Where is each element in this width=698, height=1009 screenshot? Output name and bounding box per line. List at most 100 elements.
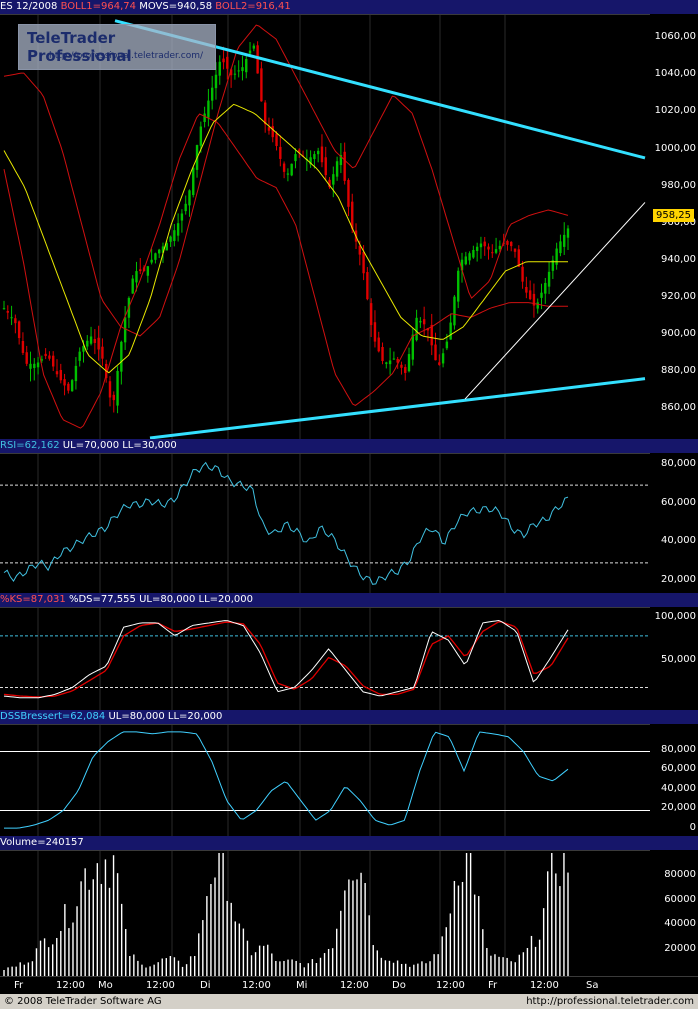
x-tick-label: 12:00 [146, 980, 175, 991]
candle-body [131, 278, 134, 294]
x-tick-label: 12:00 [242, 980, 271, 991]
candle-body [139, 269, 142, 272]
copyright-text: © 2008 TeleTrader Software AG [4, 996, 162, 1007]
candle-body [63, 379, 66, 386]
candle-body [483, 241, 486, 247]
candle-body [445, 341, 449, 349]
axis-tick-label: 40,000 [661, 535, 696, 547]
candle-body [241, 67, 244, 72]
axis-tick-label: 0 [689, 822, 696, 834]
candle-body [536, 302, 539, 309]
price-panel[interactable] [0, 14, 650, 440]
candle-body [86, 340, 89, 347]
candle-body [89, 336, 93, 344]
axis-tick-label: 20,000 [661, 574, 696, 586]
candle-body [188, 190, 191, 206]
candle-body [21, 340, 25, 353]
time-axis: Fr 12:00 Mo 12:00 Di 12:00 Mi 12:00 Do 12:00 Fr 12:… [0, 976, 698, 995]
volume-label: Volume=240157 [0, 837, 84, 848]
x-tick-label: Mo [98, 980, 113, 991]
candle-body [207, 100, 210, 118]
volume-panel-header: Volume=240157 [0, 836, 698, 850]
candle-body [392, 358, 396, 360]
candle-body [449, 322, 452, 340]
volume-panel[interactable] [0, 850, 650, 977]
rsi-axis: 80,000 60,000 40,000 20,000 [650, 453, 698, 593]
candle-body [525, 286, 528, 293]
candle-body [362, 251, 365, 274]
stoch-axis: 100,000 50,000 [650, 607, 698, 710]
candle-body [29, 363, 32, 369]
axis-tick-label: 1000,00 [654, 142, 696, 154]
axis-tick-label: 40,000 [661, 782, 696, 794]
teletrader-logo: TeleTrader Professional http://professio… [18, 24, 216, 70]
x-tick-label: 12:00 [436, 980, 465, 991]
axis-tick-label: 980,00 [661, 179, 696, 191]
candle-body [67, 383, 70, 391]
candle-body [434, 344, 437, 361]
rsi-panel[interactable] [0, 453, 650, 594]
moving-average-line [3, 103, 568, 374]
candle-body [210, 87, 214, 101]
candle-body [248, 50, 252, 54]
axis-tick-label: 50,000 [661, 653, 696, 665]
candle-body [10, 317, 13, 319]
candle-body [192, 167, 195, 196]
dss-line [4, 731, 569, 829]
candle-body [2, 308, 6, 310]
candle-body [176, 223, 180, 236]
stoch-params: %DS=77,555 UL=80,000 LL=20,000 [68, 594, 254, 605]
candle-body [279, 146, 282, 159]
candle-body [263, 102, 267, 125]
candle-body [108, 381, 112, 398]
candle-body [101, 346, 104, 359]
stoch-panel[interactable] [0, 607, 650, 711]
candle-body [260, 68, 263, 102]
candle-body [528, 290, 532, 300]
candle-body [184, 203, 187, 212]
dss-panel[interactable] [0, 724, 650, 837]
axis-tick-label: 860,00 [661, 402, 696, 414]
candle-body [218, 61, 221, 76]
candle-body [286, 173, 290, 175]
candle-body [290, 163, 293, 176]
dss-axis: 80,000 60,000 40,000 20,000 0 [650, 724, 698, 836]
candle-body [222, 58, 225, 63]
price-panel-header: ES 12/2008 BOLL1=964,74 MOVS=940,58 BOLL… [0, 0, 698, 14]
dss-label: DSSBressert=62,084 [0, 711, 109, 722]
candle-body [388, 360, 392, 365]
symbol-label: ES 12/2008 [0, 1, 61, 12]
candle-body [123, 317, 127, 343]
boll2-label: BOLL2=916,41 [215, 1, 291, 12]
last-price-badge: 958,25 [653, 209, 694, 222]
candle-body [78, 351, 81, 361]
candle-body [521, 266, 524, 282]
candle-body [93, 339, 97, 343]
candle-body [415, 317, 418, 341]
candle-body [468, 253, 471, 261]
x-tick-label: Mi [296, 980, 308, 991]
stoch-panel-header: %KS=87,031 %DS=77,555 UL=80,000 LL=20,00… [0, 593, 698, 607]
stoch-k-label: %KS=87,031 [0, 594, 69, 605]
dss-params: UL=80,000 LL=20,000 [108, 711, 223, 722]
candle-body [332, 174, 335, 185]
candle-body [316, 150, 320, 155]
candle-body [252, 45, 256, 49]
x-tick-label: Di [200, 980, 211, 991]
candle-body [494, 249, 498, 253]
candle-body [116, 370, 119, 406]
candle-body [453, 296, 456, 326]
candle-body [347, 179, 350, 207]
candle-body [343, 151, 346, 181]
candle-body [294, 154, 297, 162]
candle-body [313, 154, 316, 160]
axis-tick-label: 60,000 [661, 496, 696, 508]
candle-body [267, 127, 271, 131]
candle-body [112, 394, 115, 401]
price-axis: 1060,00 1040,00 1020,00 1000,00 980,00 960,00… [650, 14, 698, 439]
candle-body [358, 245, 362, 255]
x-tick-label: 12:00 [56, 980, 85, 991]
footer-bar: © 2008 TeleTrader Software AG http://pro… [0, 994, 698, 1009]
candle-body [282, 163, 286, 172]
candle-body [404, 367, 407, 373]
